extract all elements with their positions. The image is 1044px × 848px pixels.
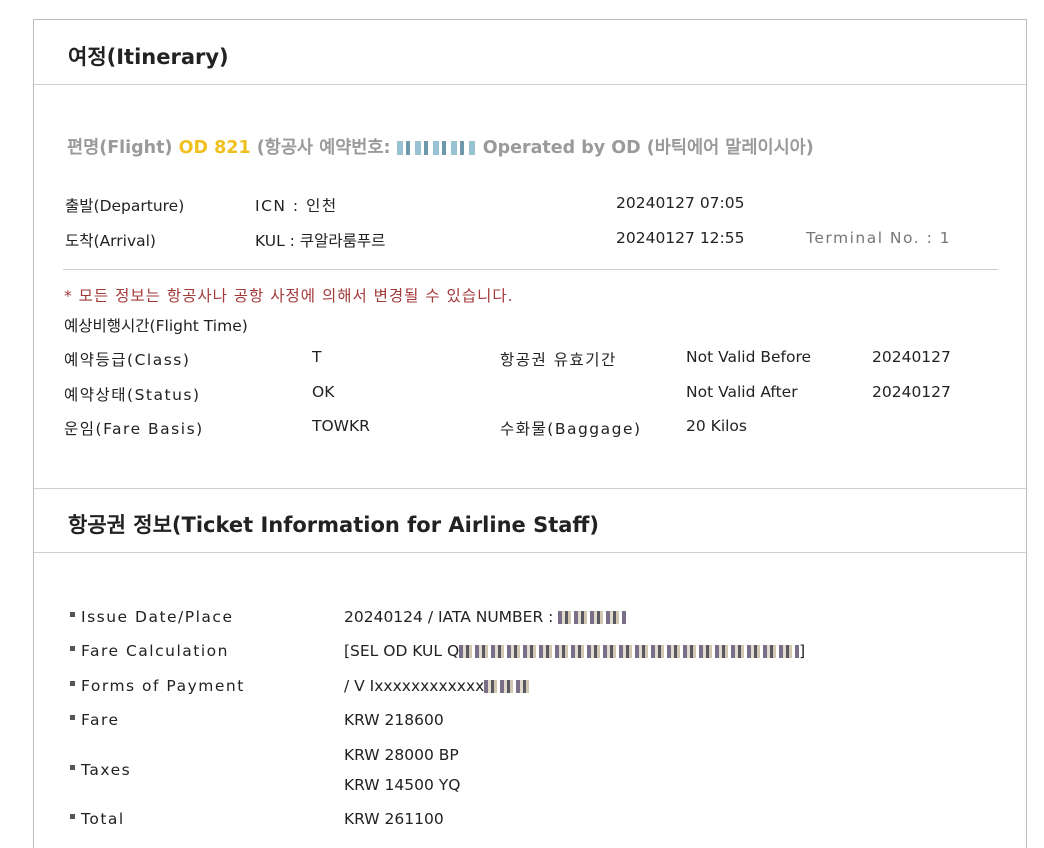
not-valid-after-label: Not Valid After (686, 383, 798, 401)
total-label: Total (81, 810, 125, 828)
taxes-label: Taxes (81, 761, 132, 779)
fare-calc-label-wrap: Fare Calculation (70, 642, 229, 660)
bullet-icon (70, 814, 75, 819)
operated-by: Operated by OD (바틱에어 말레이시아) (482, 138, 814, 158)
not-valid-after-value: 20240127 (872, 383, 951, 401)
arrival-datetime: 20240127 12:55 (616, 229, 745, 247)
redacted-booking-number (396, 141, 477, 155)
bullet-icon (70, 646, 75, 651)
departure-datetime: 20240127 07:05 (616, 194, 745, 212)
fare-calc-value-end: ] (799, 642, 806, 660)
status-label: 예약상태(Status) (64, 386, 201, 404)
change-notice: * 모든 정보는 항공사나 공항 사정에 의해서 변경될 수 있습니다. (64, 287, 514, 305)
itinerary-header: 여정(Itinerary) (34, 20, 1026, 85)
taxes-value-1: KRW 28000 BP (344, 746, 459, 764)
fare-label: Fare (81, 711, 120, 729)
baggage-value: 20 Kilos (686, 417, 747, 435)
payment-label: Forms of Payment (81, 677, 245, 695)
bullet-icon (70, 765, 75, 770)
arrival-airport: KUL : 쿠알라룸푸르 (255, 232, 386, 250)
total-value: KRW 261100 (344, 810, 444, 828)
flight-number: OD 821 (178, 138, 251, 158)
departure-label: 출발(Departure) (65, 197, 185, 215)
not-valid-before-label: Not Valid Before (686, 348, 812, 366)
redacted-card-number (484, 680, 531, 693)
flight-label: 편명(Flight) (67, 138, 173, 158)
redacted-iata-number (558, 611, 627, 624)
fare-value: KRW 218600 (344, 711, 444, 729)
bullet-icon (70, 612, 75, 617)
payment-value: / V Ixxxxxxxxxxxx (344, 677, 485, 695)
booking-label: (항공사 예약번호: (256, 138, 391, 158)
departure-airport: ICN : 인천 (255, 197, 338, 215)
class-value: T (312, 348, 322, 366)
flight-time-label: 예상비행시간(Flight Time) (64, 317, 248, 335)
fare-basis-label: 운임(Fare Basis) (64, 420, 204, 438)
itinerary-section: 여정(Itinerary) 편명(Flight) OD 821 (항공사 예약번… (33, 19, 1027, 488)
fare-label-wrap: Fare (70, 711, 120, 729)
payment-value-wrap: / V Ixxxxxxxxxxxx (344, 677, 531, 695)
class-label: 예약등급(Class) (64, 351, 191, 369)
validity-label: 항공권 유효기간 (500, 351, 617, 369)
arrival-label: 도착(Arrival) (65, 232, 156, 250)
fare-basis-value: TOWKR (312, 417, 370, 435)
bullet-icon (70, 681, 75, 686)
taxes-value-2: KRW 14500 YQ (344, 776, 461, 794)
redacted-fare-calc (459, 645, 800, 658)
divider (63, 269, 998, 270)
arrival-terminal: Terminal No. : 1 (806, 229, 952, 247)
flight-line: 편명(Flight) OD 821 (항공사 예약번호: Operated by… (67, 134, 814, 159)
ticket-title: 항공권 정보(Ticket Information for Airline St… (68, 513, 600, 537)
itinerary-title: 여정(Itinerary) (68, 45, 229, 69)
ticket-section: 항공권 정보(Ticket Information for Airline St… (33, 488, 1027, 848)
fare-calc-label: Fare Calculation (81, 642, 229, 660)
issue-label-wrap: Issue Date/Place (70, 608, 234, 626)
payment-label-wrap: Forms of Payment (70, 677, 245, 695)
status-value: OK (312, 383, 335, 401)
not-valid-before-value: 20240127 (872, 348, 951, 366)
taxes-label-wrap: Taxes (70, 761, 131, 779)
total-label-wrap: Total (70, 810, 125, 828)
ticket-header: 항공권 정보(Ticket Information for Airline St… (34, 489, 1026, 553)
fare-calc-value-wrap: [SEL OD KUL Q] (344, 642, 805, 660)
issue-label: Issue Date/Place (81, 608, 234, 626)
issue-value-wrap: 20240124 / IATA NUMBER : (344, 608, 627, 626)
fare-calc-value-start: [SEL OD KUL Q (344, 642, 460, 660)
baggage-label: 수화물(Baggage) (500, 420, 642, 438)
bullet-icon (70, 715, 75, 720)
issue-value: 20240124 / IATA NUMBER : (344, 608, 554, 626)
